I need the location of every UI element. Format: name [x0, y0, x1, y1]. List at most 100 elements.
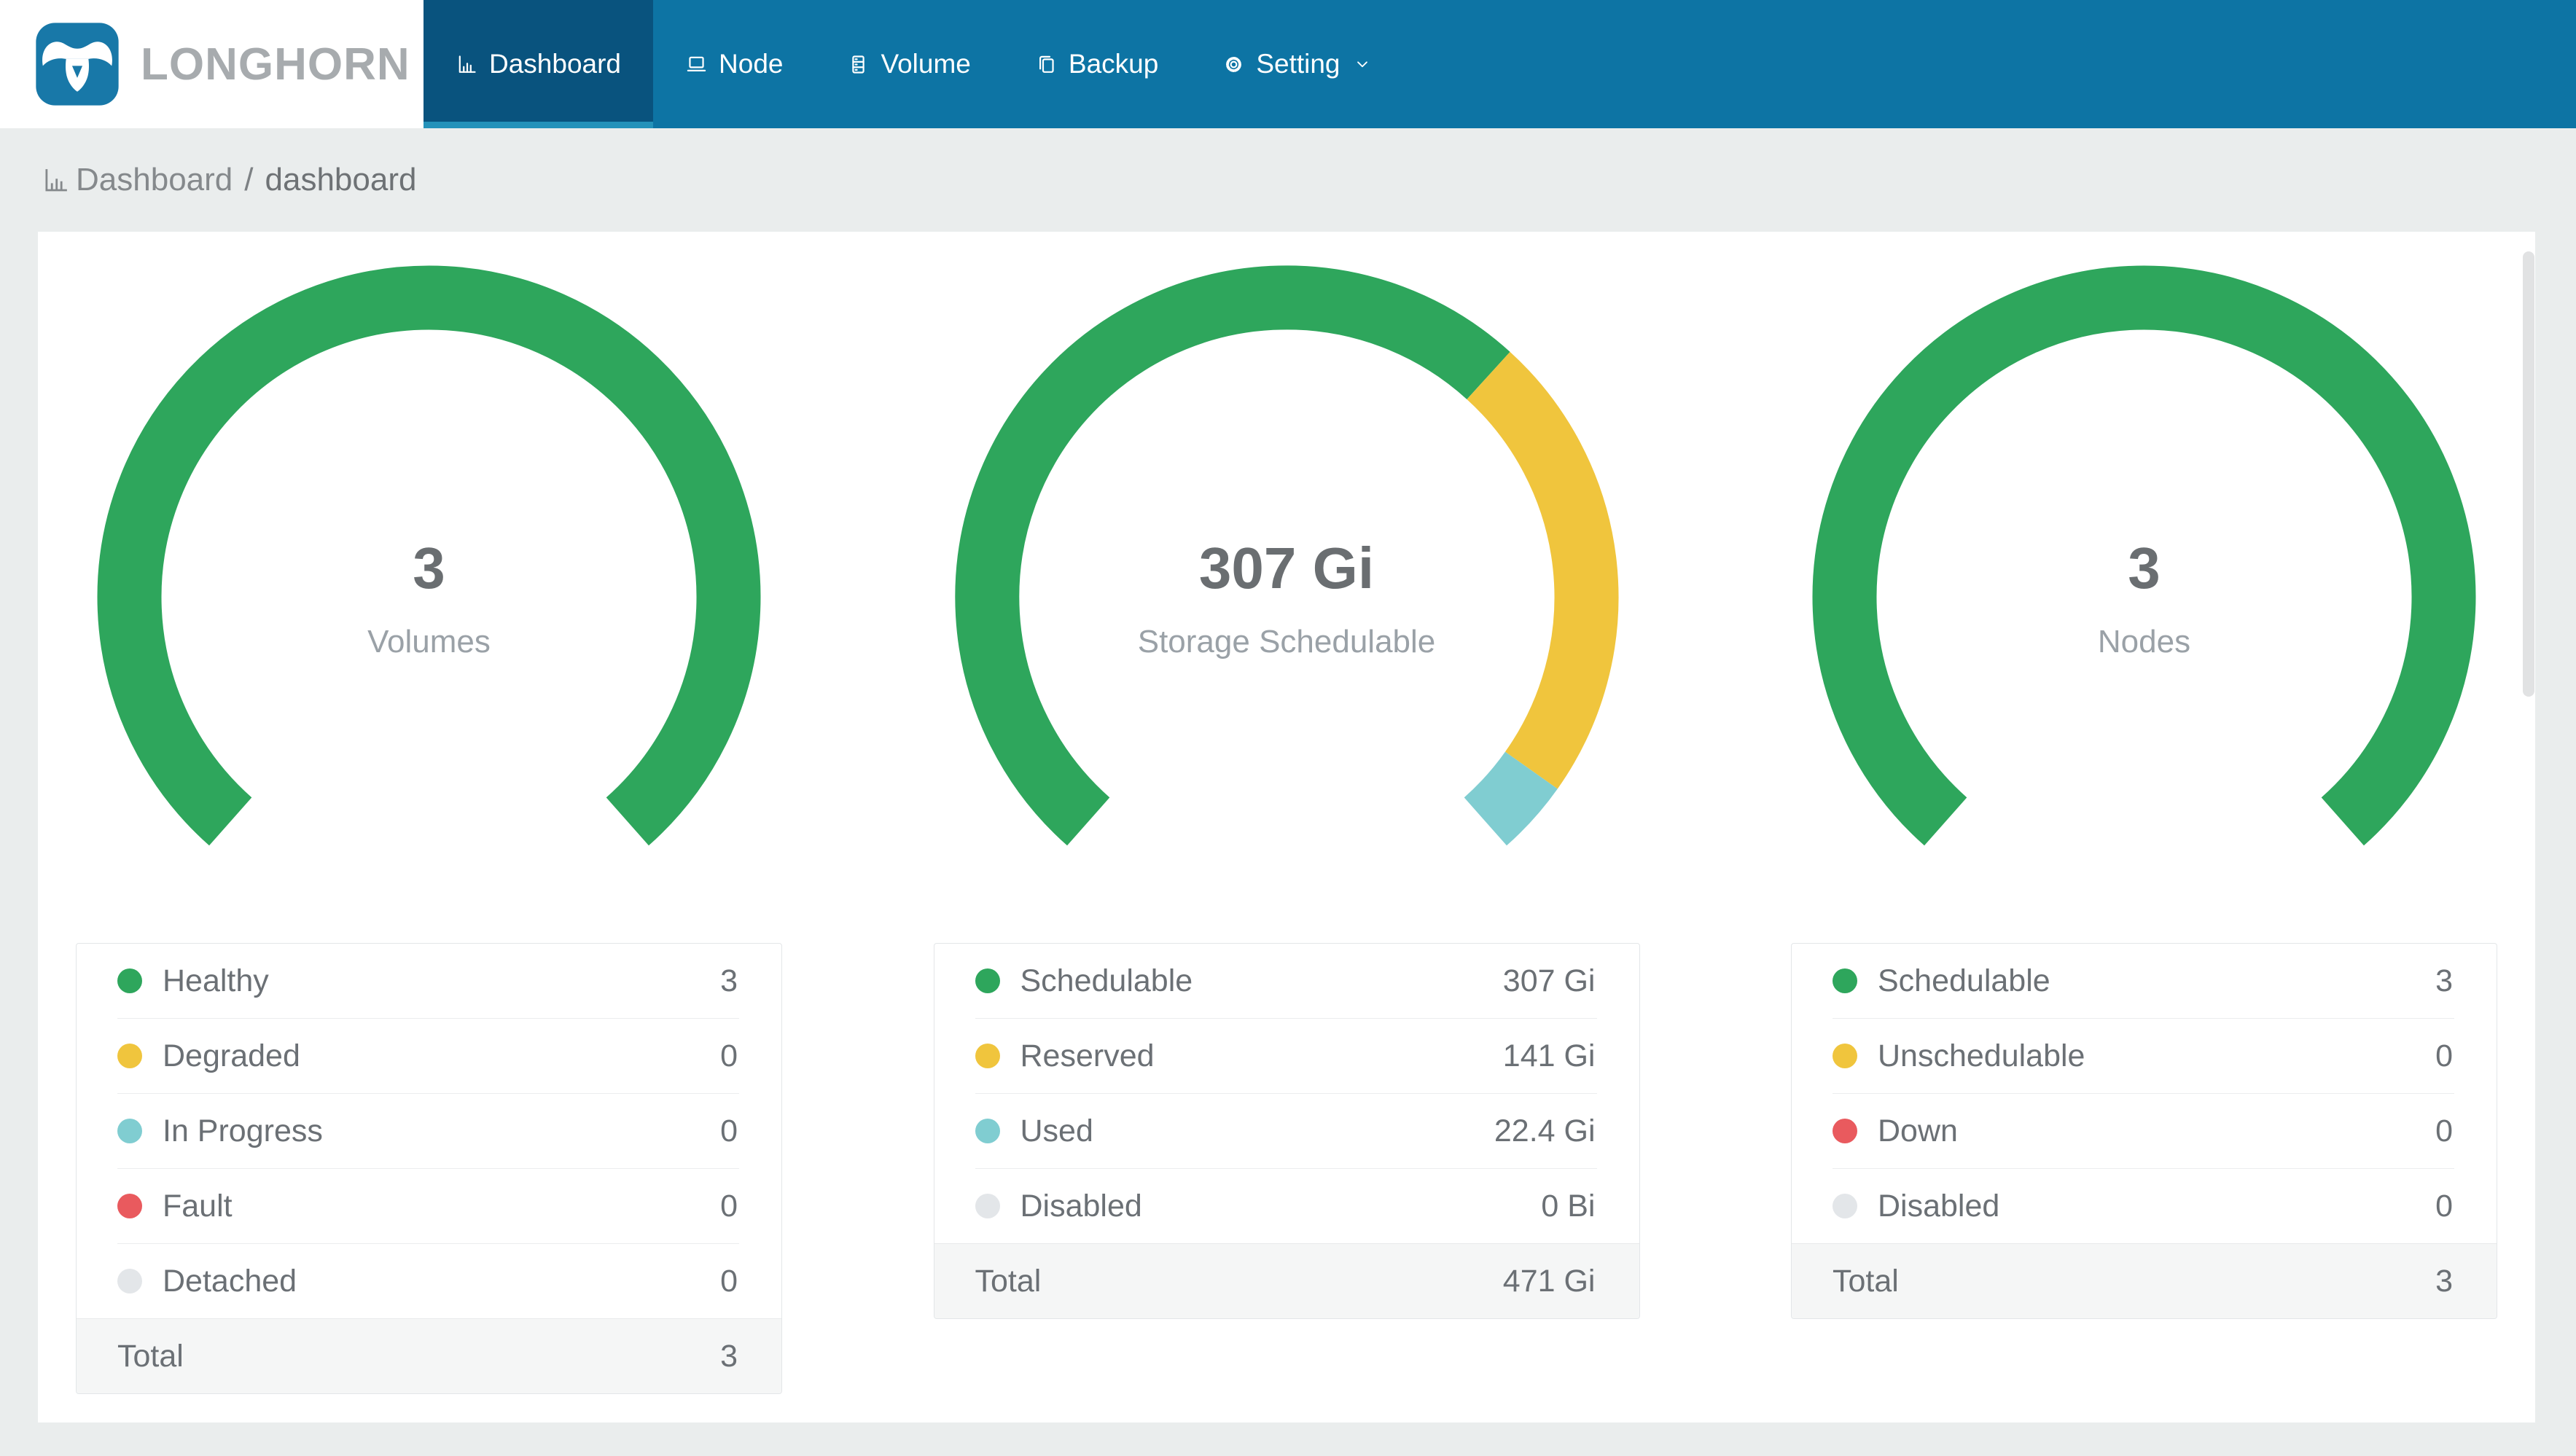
- legend-value: 3: [2435, 963, 2453, 998]
- nav-item-label: Setting: [1256, 49, 1340, 79]
- legend-row: Unschedulable 0: [1792, 1019, 2497, 1093]
- gauge-nodes-chart: [1812, 265, 2476, 846]
- gauge-volumes: 3 Volumes: [96, 265, 762, 930]
- legend-label: Used: [1020, 1113, 1093, 1148]
- legend-label: Disabled: [1020, 1188, 1142, 1224]
- scrollbar-thumb[interactable]: [2523, 251, 2534, 697]
- legend-dot: [117, 1119, 142, 1143]
- nav-item-node[interactable]: Node: [653, 0, 815, 128]
- gear-icon: [1222, 53, 1245, 76]
- legend-row: Disabled 0 Bi: [934, 1169, 1639, 1243]
- legend-row: In Progress 0: [77, 1094, 781, 1168]
- legend-dot: [117, 1194, 142, 1218]
- legend-total-row: Total 3: [1792, 1243, 2497, 1318]
- legend-label: Fault: [163, 1188, 233, 1224]
- legend-label: In Progress: [163, 1113, 323, 1148]
- legend-dot: [975, 968, 1000, 993]
- panel-storage: 307 Gi Storage Schedulable Schedulable 30…: [933, 265, 1640, 1422]
- legend-row: Schedulable 3: [1792, 944, 2497, 1018]
- breadcrumb: Dashboard / dashboard: [0, 128, 2576, 232]
- legend-value: 22.4 Gi: [1494, 1113, 1596, 1148]
- legend-label: Disabled: [1878, 1188, 2000, 1224]
- total-label: Total: [1833, 1263, 1899, 1299]
- nav-item-backup[interactable]: Backup: [1003, 0, 1190, 128]
- longhorn-logo-icon: [36, 23, 119, 106]
- legend-dot: [1833, 1119, 1857, 1143]
- total-value: 3: [720, 1338, 738, 1374]
- legend-row: Degraded 0: [77, 1019, 781, 1093]
- legend-label: Down: [1878, 1113, 1958, 1148]
- gauge-nodes: 3 Nodes: [1811, 265, 2477, 930]
- legend-total-row: Total 471 Gi: [934, 1243, 1639, 1318]
- gauge-storage-chart: [954, 265, 1618, 846]
- total-value: 3: [2435, 1263, 2453, 1299]
- legend-table-nodes: Schedulable 3 Unschedulable 0 Down 0 Disabled 0…: [1791, 943, 2497, 1319]
- legend-label: Degraded: [163, 1038, 300, 1073]
- legend-dot: [1833, 1044, 1857, 1068]
- server-icon: [847, 53, 870, 76]
- laptop-icon: [685, 53, 708, 76]
- bar-chart-icon: [456, 53, 478, 76]
- dashboard-columns: 3 Volumes Healthy 3 Degraded 0 In Progress 0 F…: [38, 232, 2535, 1422]
- longhorn-dashboard-page: { "brand": { "name": "LONGHORN", "logo_i…: [0, 0, 2576, 1456]
- legend-label: Healthy: [163, 963, 269, 998]
- gauge-storage: 307 Gi Storage Schedulable: [954, 265, 1620, 930]
- top-nav-bar: LONGHORN Dashboard Node Volume Backup Settin…: [0, 0, 2576, 128]
- legend-table-storage: Schedulable 307 Gi Reserved 141 Gi Used 22.4 …: [933, 943, 1640, 1319]
- legend-label: Schedulable: [1020, 963, 1193, 998]
- legend-row: Reserved 141 Gi: [934, 1019, 1639, 1093]
- legend-label: Reserved: [1020, 1038, 1155, 1073]
- chevron-down-icon: [1351, 55, 1372, 74]
- legend-value: 0 Bi: [1541, 1188, 1596, 1224]
- legend-value: 0: [2435, 1038, 2453, 1073]
- gauge-segment-schedulable: [1812, 265, 2476, 846]
- legend-table-volumes: Healthy 3 Degraded 0 In Progress 0 Fault 0 Detac…: [76, 943, 782, 1394]
- legend-value: 3: [720, 963, 738, 998]
- legend-value: 141 Gi: [1502, 1038, 1596, 1073]
- legend-label: Schedulable: [1878, 963, 2050, 998]
- total-value: 471 Gi: [1502, 1263, 1596, 1299]
- gauge-segment-used: [1463, 751, 1558, 846]
- legend-dot: [117, 1044, 142, 1068]
- legend-value: 0: [2435, 1188, 2453, 1224]
- nav-item-label: Node: [719, 49, 784, 79]
- legend-row: Detached 0: [77, 1244, 781, 1318]
- legend-value: 307 Gi: [1502, 963, 1596, 998]
- legend-row: Healthy 3: [77, 944, 781, 1018]
- legend-value: 0: [720, 1263, 738, 1299]
- legend-dot: [1833, 968, 1857, 993]
- legend-label: Detached: [163, 1263, 297, 1299]
- brand-name: LONGHORN: [141, 39, 410, 90]
- nav-item-dashboard[interactable]: Dashboard: [424, 0, 654, 128]
- legend-dot: [975, 1119, 1000, 1143]
- legend-value: 0: [720, 1188, 738, 1224]
- nav-item-volume[interactable]: Volume: [815, 0, 1002, 128]
- legend-value: 0: [2435, 1113, 2453, 1148]
- panel-volumes: 3 Volumes Healthy 3 Degraded 0 In Progress 0 F…: [76, 265, 782, 1422]
- gauge-segment-healthy: [97, 265, 761, 846]
- legend-dot: [117, 1269, 142, 1293]
- nav-item-setting[interactable]: Setting: [1190, 0, 1403, 128]
- nav-item-label: Backup: [1068, 49, 1159, 79]
- nav-item-label: Volume: [881, 49, 971, 79]
- legend-total-row: Total 3: [77, 1318, 781, 1393]
- legend-dot: [975, 1194, 1000, 1218]
- gauge-segment-reserved: [1466, 351, 1618, 789]
- legend-row: Schedulable 307 Gi: [934, 944, 1639, 1018]
- legend-dot: [117, 968, 142, 993]
- dashboard-card: 3 Volumes Healthy 3 Degraded 0 In Progress 0 F…: [38, 232, 2535, 1422]
- legend-value: 0: [720, 1113, 738, 1148]
- bar-chart-icon: [45, 169, 67, 192]
- legend-value: 0: [720, 1038, 738, 1073]
- legend-row: Used 22.4 Gi: [934, 1094, 1639, 1168]
- breadcrumb-section[interactable]: Dashboard: [76, 162, 233, 198]
- gauge-volumes-chart: [97, 265, 761, 846]
- legend-dot: [1833, 1194, 1857, 1218]
- main-nav: Dashboard Node Volume Backup Setting: [424, 0, 1404, 128]
- legend-row: Fault 0: [77, 1169, 781, 1243]
- legend-row: Down 0: [1792, 1094, 2497, 1168]
- logo-area[interactable]: LONGHORN: [0, 0, 424, 128]
- breadcrumb-page: dashboard: [265, 162, 417, 197]
- copy-icon: [1035, 53, 1058, 76]
- panel-nodes: 3 Nodes Schedulable 3 Unschedulable 0 Down 0 D…: [1791, 265, 2497, 1422]
